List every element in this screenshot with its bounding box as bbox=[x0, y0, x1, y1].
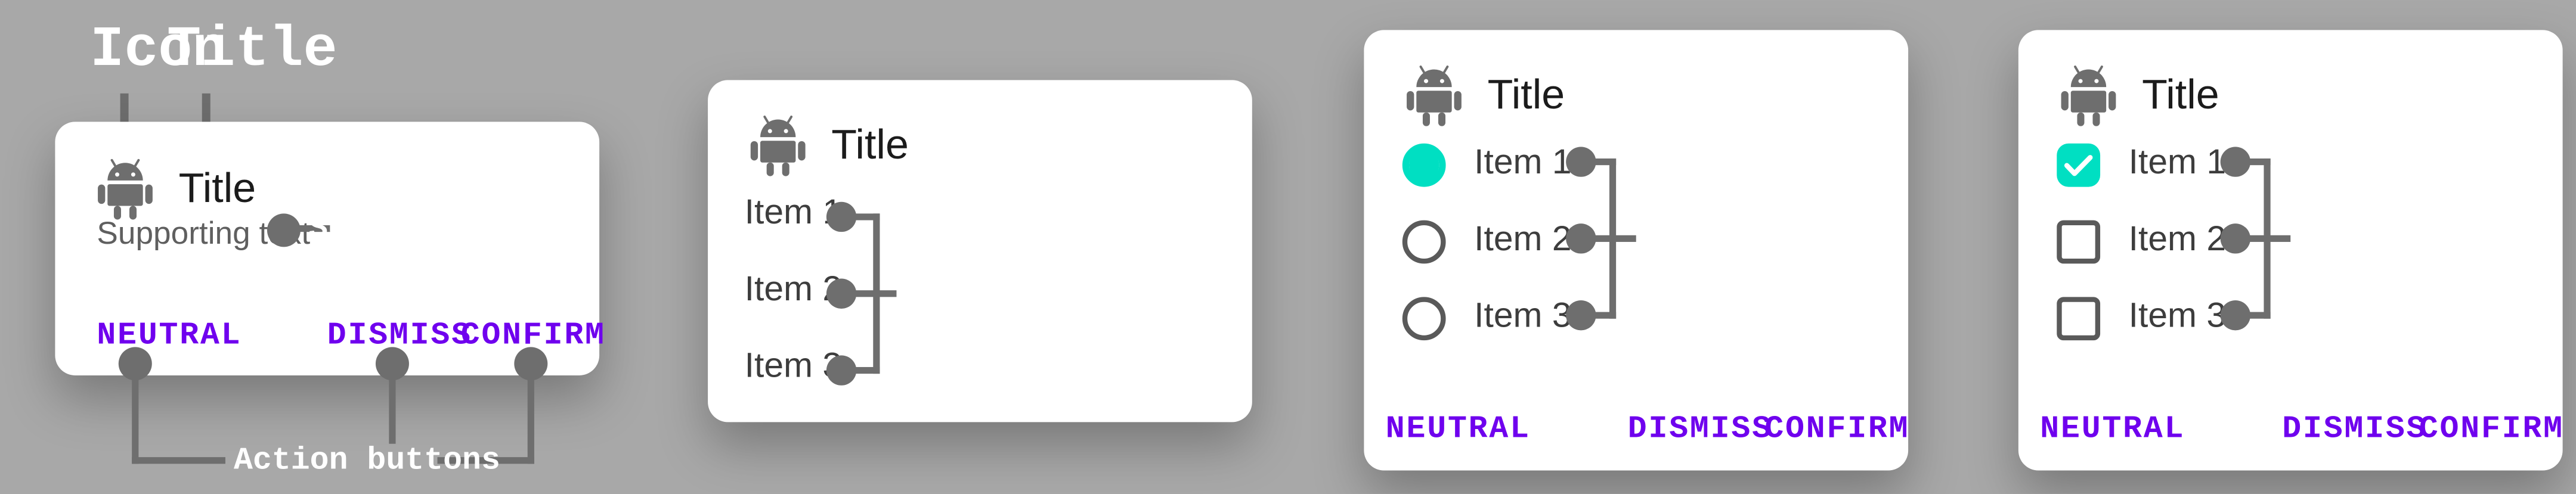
annotation-simple-items-label: Simple items bbox=[905, 275, 1134, 312]
list-item[interactable]: Item 3 bbox=[1474, 297, 1571, 337]
confirm-button[interactable]: CONFIRM bbox=[2419, 411, 2564, 448]
android-robot-icon bbox=[97, 157, 153, 220]
confirm-button[interactable]: CONFIRM bbox=[1764, 411, 1909, 448]
annotation-action-buttons-label: Action buttons bbox=[233, 442, 500, 479]
annotation-title-label: Title bbox=[166, 20, 338, 83]
card-title: Title bbox=[178, 164, 256, 212]
annotation-leader-neutral-h bbox=[132, 457, 225, 464]
android-robot-icon bbox=[1405, 63, 1462, 126]
dismiss-button[interactable]: DISMISS bbox=[1628, 411, 1773, 448]
card-title: Title bbox=[831, 120, 909, 168]
annotation-single-select-label: Single-select items bbox=[1644, 220, 1892, 297]
annotation-leader-dismiss-v bbox=[389, 363, 396, 444]
radio-item-3[interactable] bbox=[1402, 297, 1446, 341]
android-robot-icon bbox=[750, 113, 806, 176]
checkbox-item-2[interactable] bbox=[2057, 220, 2101, 264]
annotation-rail-out bbox=[1589, 235, 1636, 242]
radio-item-1[interactable] bbox=[1402, 143, 1446, 187]
list-item[interactable]: Item 1 bbox=[2129, 144, 2226, 184]
annotation-leader-confirm-v bbox=[527, 363, 534, 464]
dialog-card-simple-items: Title Item 1 Item 2 Item 3 bbox=[708, 80, 1252, 422]
annotation-rail-out bbox=[850, 290, 897, 297]
neutral-button[interactable]: NEUTRAL bbox=[2040, 411, 2185, 448]
android-robot-icon bbox=[2060, 63, 2117, 126]
neutral-button[interactable]: NEUTRAL bbox=[1386, 411, 1531, 448]
checkbox-item-1[interactable] bbox=[2057, 143, 2101, 187]
list-item[interactable]: Item 1 bbox=[1474, 144, 1571, 184]
card-header: Title bbox=[750, 113, 909, 176]
annotation-rail-out bbox=[2243, 235, 2291, 242]
list-item[interactable]: Item 2 bbox=[2129, 220, 2226, 260]
neutral-button[interactable]: NEUTRAL bbox=[97, 317, 242, 354]
card-header: Title bbox=[2060, 63, 2219, 126]
annotation-multi-select-label: Multi-select items bbox=[2299, 220, 2528, 297]
card-title: Title bbox=[1487, 70, 1565, 118]
annotation-leader-neutral-v bbox=[132, 363, 139, 464]
list-item[interactable]: Item 2 bbox=[1474, 220, 1571, 260]
card-header: Title bbox=[1405, 63, 1565, 126]
list-item[interactable]: Item 3 bbox=[2129, 297, 2226, 337]
diagram-canvas: Icon Title Title Supporting text NEUTRAL… bbox=[0, 0, 2576, 494]
card-title: Title bbox=[2142, 70, 2219, 118]
radio-item-2[interactable] bbox=[1402, 220, 1446, 264]
dismiss-button[interactable]: DISMISS bbox=[2282, 411, 2427, 448]
checkbox-item-3[interactable] bbox=[2057, 297, 2101, 341]
annotation-supporting-label: Supporting text bbox=[308, 210, 595, 247]
card-header: Title bbox=[97, 157, 256, 220]
